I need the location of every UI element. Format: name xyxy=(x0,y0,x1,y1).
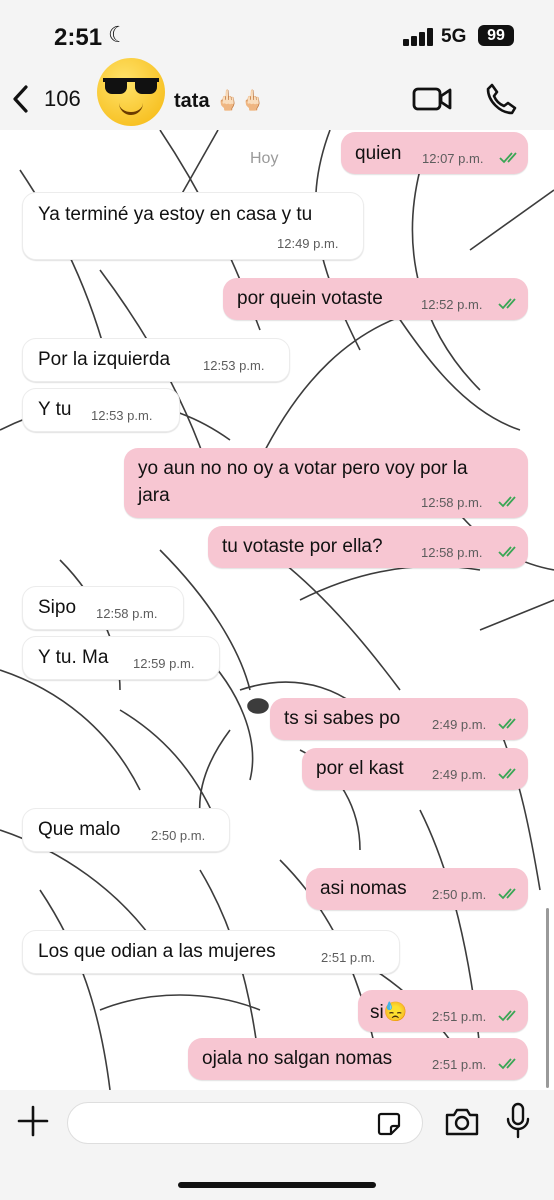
phone-icon[interactable] xyxy=(484,82,518,116)
read-ticks-icon xyxy=(498,888,516,900)
message-time: 2:49 p.m. xyxy=(432,767,487,782)
message-text: Por la izquierda xyxy=(38,349,171,370)
incoming-message[interactable]: Y tu. Ma 12:59 p.m. xyxy=(22,636,220,680)
message-text: Y tu. Ma xyxy=(38,647,109,668)
sunglasses-icon xyxy=(103,78,159,94)
message-time: 12:59 p.m. xyxy=(133,656,195,671)
message-text: tu votaste por ella? xyxy=(222,536,383,557)
outgoing-message[interactable]: yo aun no no oy a votar pero voy por la … xyxy=(124,448,528,518)
outgoing-message[interactable]: ts si sabes po 2:49 p.m. xyxy=(270,698,528,740)
incoming-message[interactable]: Los que odian a las mujeres 2:51 p.m. xyxy=(22,930,400,974)
signal-icon xyxy=(403,28,435,46)
message-time: 2:50 p.m. xyxy=(151,828,206,843)
status-time: 2:51 xyxy=(54,24,103,51)
moon-icon: ☾ xyxy=(108,22,128,47)
back-chevron-icon xyxy=(13,85,28,113)
message-time: 12:49 p.m. xyxy=(277,236,339,251)
network-type: 5G xyxy=(441,26,467,47)
message-time: 12:53 p.m. xyxy=(203,358,265,373)
message-text: por quein votaste xyxy=(237,288,383,309)
status-bar: 2:51 ☾ 5G 99 xyxy=(0,0,554,70)
message-time: 12:58 p.m. xyxy=(96,606,158,621)
incoming-message[interactable]: Por la izquierda 12:53 p.m. xyxy=(22,338,290,382)
camera-icon[interactable] xyxy=(444,1106,480,1138)
message-text: Ya terminé ya estoy en casa y tu xyxy=(38,204,313,225)
message-text: Los que odian a las mujeres xyxy=(38,941,276,962)
message-text: Sipo xyxy=(38,597,77,618)
message-time: 12:58 p.m. xyxy=(421,495,483,510)
message-time: 12:07 p.m. xyxy=(422,151,484,166)
message-input[interactable] xyxy=(67,1102,423,1144)
mic-icon[interactable] xyxy=(504,1102,532,1140)
composer-bar xyxy=(0,1090,554,1200)
home-indicator[interactable] xyxy=(178,1182,376,1188)
message-time: 2:51 p.m. xyxy=(321,950,376,965)
incoming-message[interactable]: Que malo 2:50 p.m. xyxy=(22,808,230,852)
back-button[interactable]: 106 xyxy=(10,82,90,118)
message-time: 2:50 p.m. xyxy=(432,887,487,902)
read-ticks-icon xyxy=(498,546,516,558)
outgoing-message[interactable]: quien 12:07 p.m. xyxy=(341,132,528,174)
message-text: asi nomas xyxy=(320,878,407,899)
message-text: ojala no salgan nomas xyxy=(202,1048,393,1069)
message-text: Que malo xyxy=(38,819,121,840)
incoming-message[interactable]: Sipo 12:58 p.m. xyxy=(22,586,184,630)
message-time: 2:49 p.m. xyxy=(432,717,487,732)
contact-name[interactable]: tata 🖕🏻🖕🏻 xyxy=(174,88,265,113)
message-text: si😓 xyxy=(370,1002,408,1023)
video-icon[interactable] xyxy=(412,84,452,114)
message-time: 2:51 p.m. xyxy=(432,1009,487,1024)
message-text: ts si sabes po xyxy=(284,708,401,729)
avatar-smile xyxy=(119,102,143,115)
outgoing-message[interactable]: por quein votaste 12:52 p.m. xyxy=(223,278,528,320)
outgoing-message[interactable]: si😓 2:51 p.m. xyxy=(358,990,528,1032)
read-ticks-icon xyxy=(498,768,516,780)
chat-scrollbar[interactable] xyxy=(546,908,549,1088)
read-ticks-icon xyxy=(498,496,516,508)
message-text: por el kast xyxy=(316,758,404,779)
message-text: Y tu xyxy=(38,399,72,420)
outgoing-message[interactable]: asi nomas 2:50 p.m. xyxy=(306,868,528,910)
message-text-line1: yo aun no no oy a votar pero voy por la xyxy=(138,458,468,479)
message-text: quien xyxy=(355,143,402,164)
day-label: Hoy xyxy=(250,150,279,167)
outgoing-message[interactable]: tu votaste por ella? 12:58 p.m. xyxy=(208,526,528,568)
outgoing-message[interactable]: por el kast 2:49 p.m. xyxy=(302,748,528,790)
unread-count: 106 xyxy=(44,86,81,111)
incoming-message[interactable]: Ya terminé ya estoy en casa y tu 12:49 p… xyxy=(22,192,364,260)
chat-area[interactable]: Hoy quien 12:07 p.m. Ya terminé ya estoy… xyxy=(0,130,554,1090)
message-time: 12:53 p.m. xyxy=(91,408,153,423)
battery-badge: 99 xyxy=(478,25,514,46)
message-time: 2:51 p.m. xyxy=(432,1057,487,1072)
message-time: 12:52 p.m. xyxy=(421,297,483,312)
incoming-message[interactable]: Y tu 12:53 p.m. xyxy=(22,388,180,432)
read-ticks-icon xyxy=(498,718,516,730)
avatar[interactable] xyxy=(97,58,165,126)
outgoing-message[interactable]: ojala no salgan nomas 2:51 p.m. xyxy=(188,1038,528,1080)
message-text-line2: jara xyxy=(138,485,170,506)
message-time: 12:58 p.m. xyxy=(421,545,483,560)
chat-header: 106 tata 🖕🏻🖕🏻 xyxy=(0,58,554,130)
read-ticks-icon xyxy=(498,298,516,310)
read-ticks-icon xyxy=(498,1010,516,1022)
read-ticks-icon xyxy=(498,1058,516,1070)
plus-icon[interactable] xyxy=(16,1104,50,1138)
read-ticks-icon xyxy=(499,152,517,164)
sticker-icon[interactable] xyxy=(376,1111,402,1137)
